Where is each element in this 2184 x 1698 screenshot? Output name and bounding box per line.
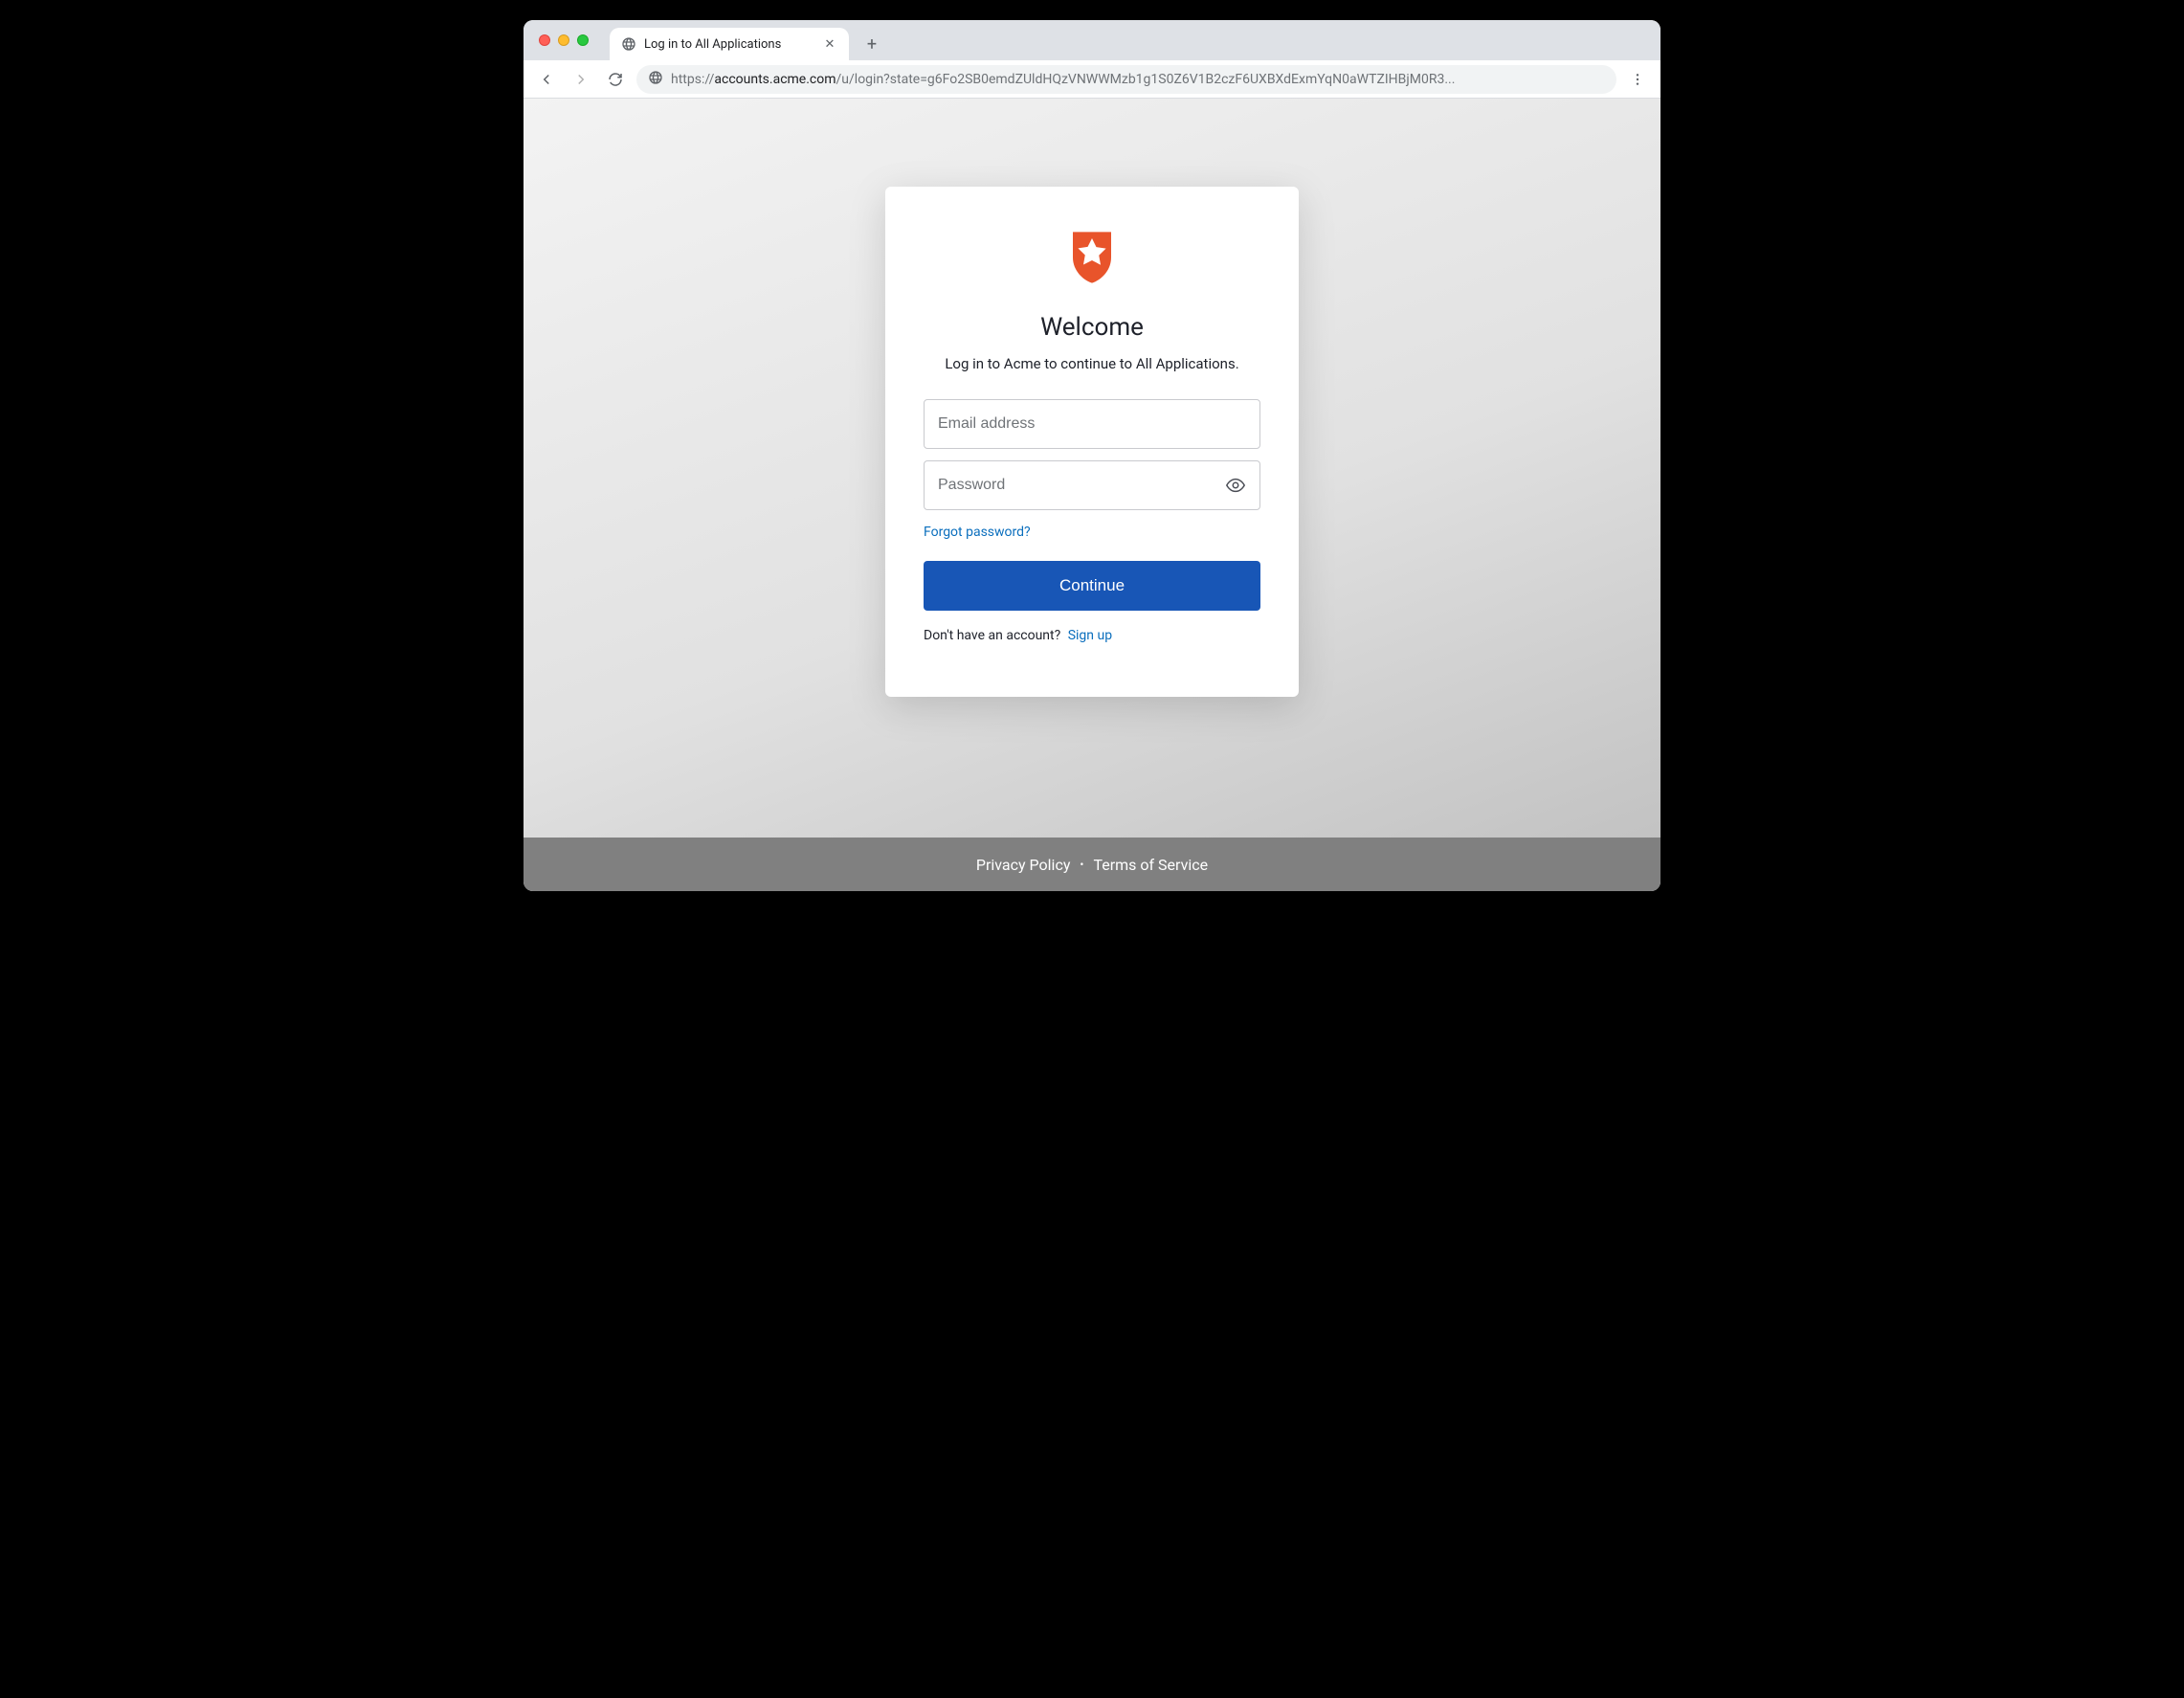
email-field[interactable] [938, 415, 1246, 433]
password-field-wrapper [924, 460, 1260, 510]
eye-icon [1225, 475, 1246, 496]
login-card: Welcome Log in to Acme to continue to Al… [885, 187, 1299, 697]
kebab-menu-button[interactable] [1624, 66, 1651, 93]
signup-prompt-text: Don't have an account? [924, 628, 1060, 643]
globe-icon [621, 36, 636, 52]
forgot-password-link[interactable]: Forgot password? [924, 525, 1031, 540]
show-password-button[interactable] [1225, 474, 1246, 497]
address-bar-url: https://accounts.acme.com/u/login?state=… [671, 72, 1605, 87]
privacy-policy-link[interactable]: Privacy Policy [976, 856, 1071, 874]
browser-window: Log in to All Applications ✕ + https:// [524, 20, 1660, 891]
welcome-heading: Welcome [924, 313, 1260, 342]
footer-separator: • [1080, 858, 1083, 871]
subtitle-text: Log in to Acme to continue to All Applic… [924, 355, 1260, 372]
signup-row: Don't have an account? Sign up [924, 628, 1260, 643]
page-viewport: Welcome Log in to Acme to continue to Al… [524, 99, 1660, 891]
tab-close-button[interactable]: ✕ [822, 36, 837, 52]
browser-tabstrip: Log in to All Applications ✕ + [524, 20, 1660, 60]
address-bar[interactable]: https://accounts.acme.com/u/login?state=… [636, 65, 1616, 94]
new-tab-button[interactable]: + [858, 31, 885, 57]
window-controls [533, 20, 592, 60]
terms-of-service-link[interactable]: Terms of Service [1093, 856, 1208, 874]
window-zoom-button[interactable] [577, 34, 589, 46]
email-field-wrapper [924, 399, 1260, 449]
browser-tab-title: Log in to All Applications [644, 37, 814, 52]
globe-icon [648, 70, 663, 89]
nav-reload-button[interactable] [602, 66, 629, 93]
browser-tab[interactable]: Log in to All Applications ✕ [610, 28, 849, 60]
brand-logo [924, 229, 1260, 286]
password-field[interactable] [938, 477, 1225, 494]
continue-button[interactable]: Continue [924, 561, 1260, 611]
page-footer: Privacy Policy • Terms of Service [524, 838, 1660, 891]
nav-forward-button[interactable] [568, 66, 594, 93]
signup-link[interactable]: Sign up [1068, 628, 1112, 643]
browser-toolbar: https://accounts.acme.com/u/login?state=… [524, 60, 1660, 99]
nav-back-button[interactable] [533, 66, 560, 93]
window-close-button[interactable] [539, 34, 550, 46]
window-minimize-button[interactable] [558, 34, 569, 46]
